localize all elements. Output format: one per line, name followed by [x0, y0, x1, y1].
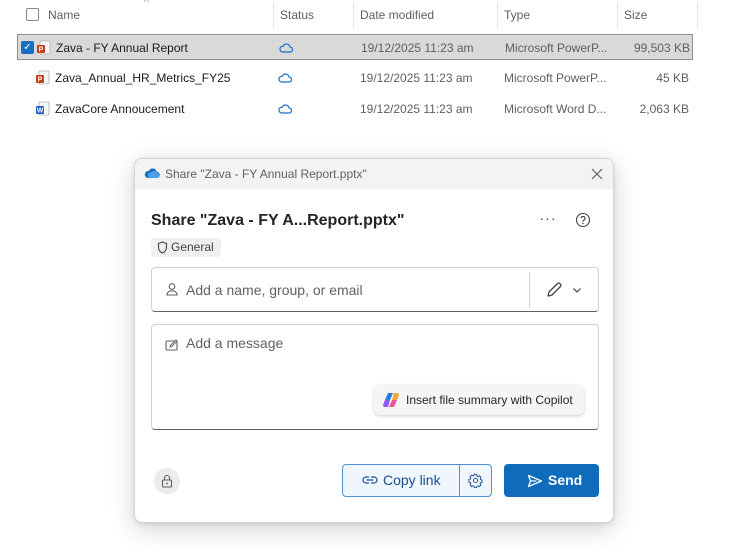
gear-icon — [468, 473, 483, 488]
word-file-icon: W — [36, 101, 50, 116]
file-row[interactable]: P Zava_Annual_HR_Metrics_FY25 19/12/2025… — [17, 65, 693, 91]
file-status — [278, 65, 298, 92]
column-date-modified[interactable]: Date modified — [354, 0, 496, 30]
file-row[interactable]: W ZavaCore Annoucement 19/12/2025 11:23 … — [17, 96, 693, 122]
permission-dropdown-button[interactable] — [538, 277, 588, 303]
more-options-button[interactable]: ··· — [537, 211, 559, 231]
onedrive-cloud-icon — [144, 168, 160, 178]
close-icon[interactable] — [587, 164, 607, 184]
share-heading: Share "Zava - FY A...Report.pptx" — [151, 212, 405, 229]
column-status[interactable]: Status — [274, 0, 352, 30]
file-row[interactable]: ✓ P Zava - FY Annual Report 19/12/2025 1… — [17, 34, 693, 60]
share-dialog: Share "Zava - FY Annual Report.pptx" Sha… — [134, 158, 614, 523]
dialog-window-title: Share "Zava - FY Annual Report.pptx" — [165, 167, 367, 181]
file-date-modified: 19/12/2025 11:23 am — [360, 71, 473, 85]
file-name: Zava_Annual_HR_Metrics_FY25 — [55, 71, 231, 85]
link-settings-button[interactable] — [460, 465, 491, 496]
file-type: Microsoft Word D... — [504, 102, 607, 116]
copy-link-button[interactable]: Copy link — [343, 465, 459, 496]
pencil-icon — [547, 282, 562, 297]
message-input[interactable] — [186, 335, 586, 375]
edit-message-icon — [165, 339, 178, 351]
svg-text:W: W — [37, 108, 44, 115]
file-name: Zava - FY Annual Report — [56, 41, 188, 55]
chevron-down-icon — [573, 288, 581, 293]
help-icon[interactable] — [575, 212, 591, 228]
file-name: ZavaCore Annoucement — [55, 102, 185, 116]
svg-text:P: P — [38, 77, 43, 84]
message-field[interactable]: Insert file summary with Copilot — [151, 324, 599, 430]
cloud-icon — [278, 104, 293, 114]
column-name[interactable]: Name — [42, 0, 272, 30]
send-button-label: Send — [548, 472, 583, 488]
column-type[interactable]: Type — [498, 0, 616, 30]
recipients-field[interactable] — [151, 267, 599, 312]
person-icon — [166, 283, 178, 296]
send-button[interactable]: Send — [504, 464, 599, 497]
file-size: 99,503 KB — [633, 41, 690, 55]
column-size[interactable]: Size — [618, 0, 696, 30]
file-date-modified: 19/12/2025 11:23 am — [361, 41, 474, 55]
insert-copilot-summary-button[interactable]: Insert file summary with Copilot — [374, 385, 584, 415]
file-status — [278, 96, 298, 123]
shield-icon — [157, 241, 168, 254]
powerpoint-file-icon: P — [36, 70, 50, 85]
sensitivity-label-text: General — [171, 240, 214, 254]
row-checkbox-checked[interactable]: ✓ — [21, 41, 34, 54]
file-status — [279, 35, 299, 62]
send-icon — [527, 474, 543, 488]
file-size: 2,063 KB — [639, 102, 689, 116]
select-all-checkbox[interactable] — [26, 8, 39, 21]
column-divider[interactable] — [697, 2, 698, 28]
file-size: 45 KB — [656, 71, 689, 85]
dialog-titlebar[interactable]: Share "Zava - FY Annual Report.pptx" — [135, 159, 613, 189]
svg-text:P: P — [39, 47, 44, 54]
link-icon — [362, 476, 378, 484]
powerpoint-file-icon: P — [37, 40, 51, 55]
column-header: ^ Name Status Date modified Type Size — [0, 0, 700, 30]
copilot-button-label: Insert file summary with Copilot — [406, 393, 573, 407]
file-type: Microsoft PowerP... — [505, 41, 608, 55]
copy-link-label: Copy link — [383, 472, 441, 488]
field-divider — [529, 272, 530, 308]
sensitivity-label-badge[interactable]: General — [151, 238, 221, 257]
file-date-modified: 19/12/2025 11:23 am — [360, 102, 473, 116]
file-list: ^ Name Status Date modified Type Size ✓ … — [0, 0, 737, 130]
cloud-icon — [279, 43, 294, 53]
file-type: Microsoft PowerP... — [504, 71, 607, 85]
copilot-icon — [383, 393, 399, 407]
link-settings-lock-button[interactable] — [154, 468, 180, 494]
copy-link-group: Copy link — [342, 464, 492, 497]
cloud-icon — [278, 73, 293, 83]
lock-icon — [161, 474, 173, 488]
recipients-input[interactable] — [186, 279, 516, 301]
